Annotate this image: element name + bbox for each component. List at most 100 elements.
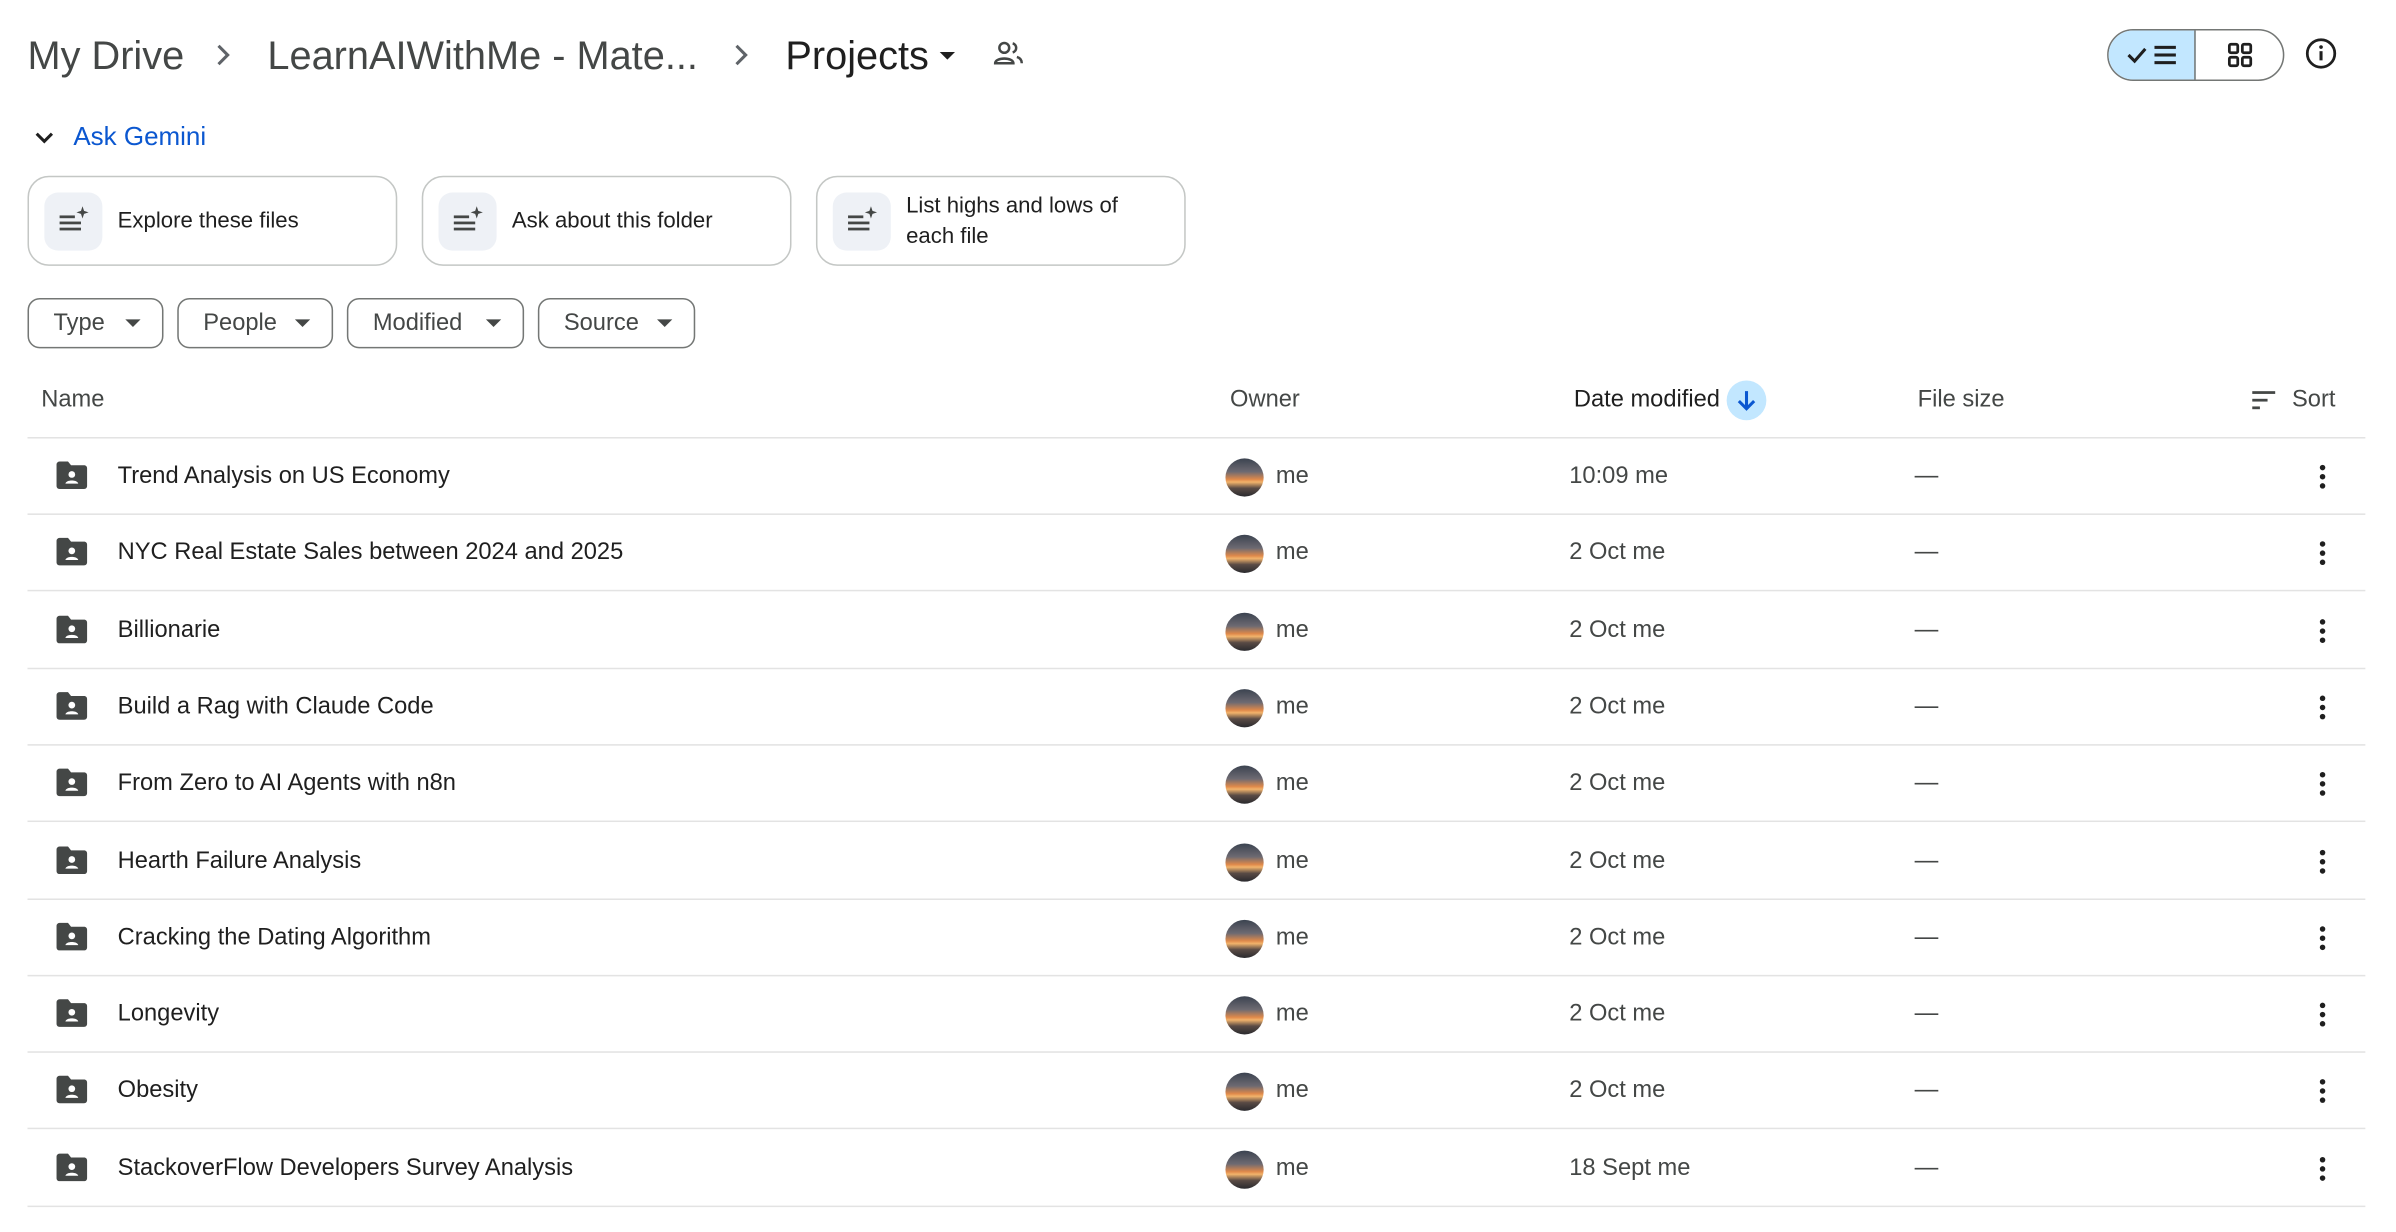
more-vert-icon[interactable] (2304, 843, 2341, 880)
file-size: — (1914, 847, 1939, 874)
date-modified: 18 Sept me (1569, 1154, 1691, 1181)
filter-label: Source (563, 309, 639, 336)
table-row[interactable]: NYC Real Estate Sales between 2024 and 2… (27, 515, 2366, 592)
caret-down-icon (294, 319, 311, 327)
gemini-suggestion-explore[interactable]: Explore these files (27, 175, 398, 266)
owner-avatar (1225, 688, 1264, 728)
more-vert-icon[interactable] (2304, 1073, 2341, 1110)
more-vert-icon[interactable] (2304, 535, 2341, 572)
table-row[interactable]: From Zero to AI Agents with n8n me 2 Oct m… (27, 746, 2366, 823)
file-name[interactable]: Obesity (118, 1053, 198, 1129)
shared-folder-icon (55, 537, 89, 575)
owner-name: me (1275, 1154, 1309, 1181)
list-view-checked-icon (2127, 45, 2176, 65)
filter-source[interactable]: Source (537, 297, 696, 349)
filter-people[interactable]: People (177, 297, 334, 349)
table-row[interactable]: Obesity me 2 Oct me — (27, 1053, 2366, 1130)
date-modified: 2 Oct me (1569, 924, 1666, 951)
more-vert-icon[interactable] (2304, 766, 2341, 803)
info-icon[interactable] (2304, 37, 2338, 71)
file-name[interactable]: Trend Analysis on US Economy (118, 439, 450, 515)
column-header-date-modified[interactable]: Date modified (1574, 382, 1720, 419)
breadcrumb-my-drive[interactable]: My Drive (28, 24, 185, 85)
file-name[interactable]: Hearth Failure Analysis (118, 823, 362, 899)
owner-avatar (1225, 996, 1264, 1035)
date-modified: 2 Oct me (1569, 1000, 1666, 1027)
shared-folder-icon (55, 614, 89, 652)
folder-menu-caret-icon[interactable] (935, 43, 959, 67)
shared-folder-icon (55, 690, 89, 728)
sort-button[interactable]: Sort (2292, 382, 2335, 419)
file-size: — (1914, 770, 1939, 797)
file-name[interactable]: StackoverFlow Developers Survey Analysis (118, 1130, 573, 1206)
shared-folder-icon (55, 921, 89, 959)
column-header-file-size[interactable]: File size (1918, 382, 2005, 419)
caret-down-icon (485, 319, 502, 327)
table-row[interactable]: Cracking the Dating Algorithm me 2 Oct me — (27, 900, 2366, 977)
sparkle-list-icon (438, 192, 497, 251)
file-name[interactable]: Billionarie (118, 592, 221, 668)
file-name[interactable]: From Zero to AI Agents with n8n (118, 746, 456, 822)
more-vert-icon[interactable] (2304, 689, 2341, 726)
grid-view-icon (2227, 42, 2252, 68)
date-modified: 2 Oct me (1569, 1077, 1666, 1104)
date-modified: 2 Oct me (1569, 616, 1666, 643)
owner-avatar (1225, 842, 1264, 881)
file-name[interactable]: Longevity (118, 977, 219, 1053)
shared-folder-icon (55, 1075, 89, 1113)
date-modified: 10:09 me (1569, 462, 1669, 489)
more-vert-icon[interactable] (2304, 458, 2341, 495)
more-vert-icon[interactable] (2304, 996, 2341, 1033)
more-vert-icon[interactable] (2304, 612, 2341, 649)
gemini-suggestion-ask-folder[interactable]: Ask about this folder (421, 175, 792, 266)
file-size: — (1914, 693, 1939, 720)
filter-type[interactable]: Type (27, 297, 164, 349)
owner-avatar (1225, 535, 1264, 574)
ask-gemini-toggle[interactable]: Ask Gemini (73, 119, 206, 156)
file-size: — (1914, 616, 1939, 643)
list-view-button[interactable] (2108, 30, 2196, 80)
more-vert-icon[interactable] (2304, 920, 2341, 957)
table-row[interactable]: Hearth Failure Analysis me 2 Oct me — (27, 823, 2366, 900)
owner-avatar (1225, 1150, 1264, 1189)
file-name[interactable]: Cracking the Dating Algorithm (118, 900, 431, 976)
sort-icon[interactable] (2251, 388, 2279, 412)
table-row[interactable]: Build a Rag with Claude Code me 2 Oct me — (27, 669, 2366, 746)
date-modified: 2 Oct me (1569, 539, 1666, 566)
collapse-chevron-icon[interactable] (32, 125, 56, 149)
shared-people-icon[interactable] (992, 37, 1026, 71)
sparkle-list-icon (44, 192, 103, 251)
filter-label: Type (53, 309, 105, 336)
file-size: — (1914, 462, 1939, 489)
owner-name: me (1275, 1000, 1309, 1027)
table-row[interactable]: StackoverFlow Developers Survey Analysis… (27, 1130, 2366, 1207)
breadcrumb-parent-folder[interactable]: LearnAIWithMe - Mate... (267, 24, 698, 85)
more-vert-icon[interactable] (2304, 1150, 2341, 1187)
shared-folder-icon (55, 998, 89, 1036)
owner-avatar (1225, 612, 1264, 651)
view-toggle (2107, 29, 2285, 81)
chevron-right-icon (729, 34, 753, 77)
arrow-down-icon[interactable] (1726, 380, 1767, 421)
owner-name: me (1275, 616, 1309, 643)
filter-label: Modified (372, 309, 463, 336)
date-modified: 2 Oct me (1569, 770, 1666, 797)
column-header-name[interactable]: Name (41, 382, 104, 419)
filter-label: People (203, 309, 277, 336)
gemini-suggestion-highs-lows[interactable]: List highs and lows of each file (815, 175, 1186, 266)
file-name[interactable]: Build a Rag with Claude Code (118, 669, 434, 745)
grid-view-button[interactable] (2196, 31, 2283, 80)
file-size: — (1914, 924, 1939, 951)
column-header-owner[interactable]: Owner (1230, 382, 1300, 419)
file-size: — (1914, 1000, 1939, 1027)
table-row[interactable]: Longevity me 2 Oct me — (27, 977, 2366, 1053)
table-row[interactable]: Trend Analysis on US Economy me 10:09 me — (27, 439, 2366, 515)
breadcrumb-current-folder[interactable]: Projects (785, 24, 929, 85)
table-row[interactable]: Billionarie me 2 Oct me — (27, 592, 2366, 669)
file-size: — (1914, 1077, 1939, 1104)
filter-modified[interactable]: Modified (346, 297, 525, 349)
suggestion-label: Explore these files (117, 208, 299, 234)
chevron-right-icon (211, 34, 235, 77)
file-name[interactable]: NYC Real Estate Sales between 2024 and 2… (118, 515, 624, 591)
owner-name: me (1275, 924, 1309, 951)
